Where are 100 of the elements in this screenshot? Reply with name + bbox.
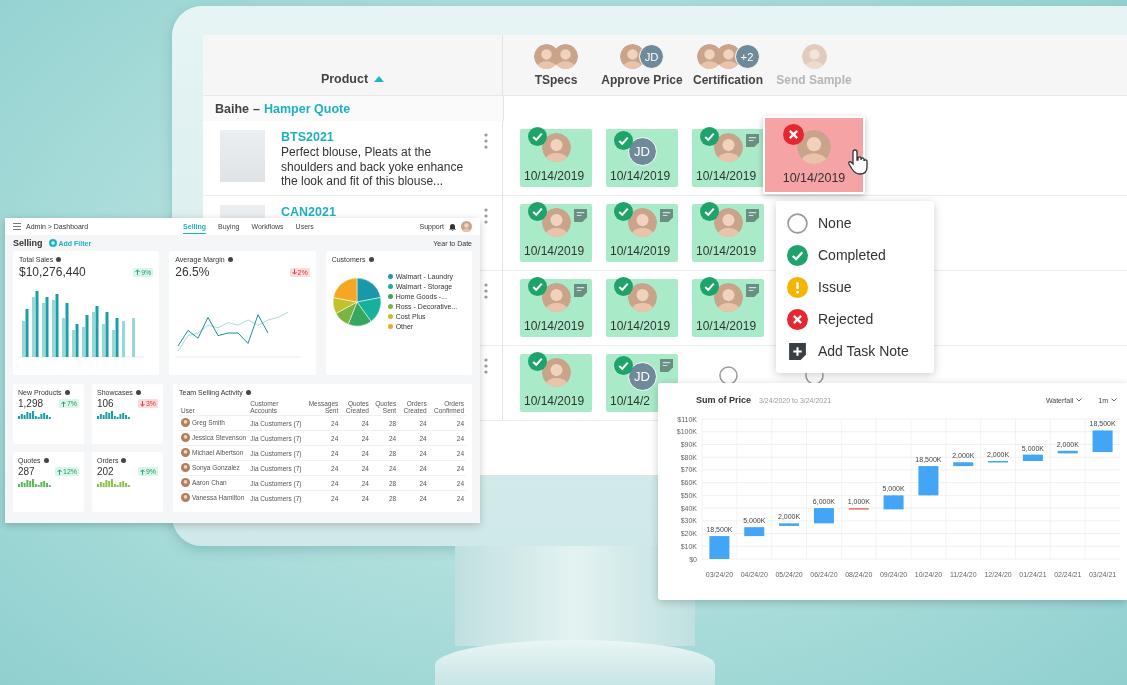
task-status-tile[interactable]: 10/14/2019 [606,204,678,262]
menu-item[interactable]: Add Task Note [776,335,934,367]
more-options-icon[interactable] [484,208,488,224]
avatar-icon [181,433,190,442]
sort-ascending-icon[interactable] [374,76,385,82]
product-photo-placeholder [220,130,265,182]
task-status-tile[interactable]: 10/14/2019 [520,354,592,412]
chart-title: Sum of Price [696,395,751,405]
waterfall-bar[interactable] [709,535,730,560]
more-options-icon[interactable] [484,358,488,374]
note-icon[interactable] [660,359,673,372]
avatar-icon [181,448,190,457]
avatar-icon [541,133,571,162]
waterfall-bar[interactable] [848,507,869,510]
metric-value: 202 [97,466,114,477]
waterfall-bar[interactable] [744,526,765,537]
menu-item[interactable]: Completed [776,239,934,271]
avatar-icon [541,283,571,312]
more-options-icon[interactable] [484,283,488,299]
task-status-tile[interactable]: 10/14/2019 [520,129,592,187]
arrow-up-icon [57,468,62,475]
avatar-icon [181,478,190,487]
plus-circle-icon [48,239,57,247]
avatar-icon [627,208,657,237]
check-circle-icon [613,131,633,150]
due-date: 10/14/2019 [695,169,757,183]
info-icon[interactable] [245,390,251,395]
task-status-tile[interactable]: 10/14/2019 [520,279,592,337]
column-header[interactable]: Product [320,72,369,86]
column-header[interactable]: Certification [693,73,763,87]
column-header[interactable]: TSpecs [534,73,578,87]
note-icon[interactable] [574,209,587,222]
initials-avatar: +2 [734,44,760,69]
arrow-down-icon [139,400,145,407]
info-icon[interactable] [227,257,233,262]
due-date: 10/14/2019 [695,319,757,333]
initials-avatar: JD [627,137,657,166]
waterfall-bar[interactable] [953,461,974,467]
avatar-icon [713,208,743,237]
chevron-down-icon [1111,398,1117,402]
waterfall-bar[interactable] [1022,454,1043,462]
separator-dash: – [253,101,260,116]
note-icon[interactable] [574,284,587,297]
check-circle-icon [613,277,633,296]
check-circle-icon [527,352,547,371]
pie-chart-drawing [331,276,382,327]
waterfall-bar[interactable] [1092,429,1113,453]
due-date: 10/14/2019 [523,394,585,408]
waterfall-bar[interactable] [1057,450,1078,454]
arrow-down-icon [291,269,297,275]
info-icon[interactable] [368,257,374,262]
column-header[interactable]: Approve Price [601,73,683,87]
due-date: 10/14/2019 [609,244,671,258]
metric-value: 1,298 [18,398,44,409]
menu-item[interactable]: Rejected [776,303,934,335]
empty-circle-icon [787,212,808,234]
menu-icon[interactable] [13,223,21,230]
notification-bell-icon[interactable] [449,222,456,231]
user-avatar-icon[interactable] [461,221,472,232]
waterfall-bar[interactable] [779,522,800,527]
due-date: 10/14/2019 [609,319,671,333]
task-status-tile[interactable]: 10/14/2019 [692,204,764,262]
task-status-tile[interactable]: JD 10/14/2019 [606,129,678,187]
waterfall-bar[interactable] [918,465,939,496]
note-icon[interactable] [660,209,673,222]
task-status-tile[interactable]: 10/14/2019 [692,279,764,337]
avatar-icon [713,283,743,312]
waterfall-bar[interactable] [813,507,834,524]
task-status-tile[interactable]: 10/14/2019 [692,129,764,187]
task-status-tile[interactable]: 10/14/2019 [606,279,678,337]
info-icon[interactable] [121,458,127,463]
due-date: 10/14/2019 [523,319,585,333]
due-date: 10/14/2019 [782,171,846,185]
avatar-icon [627,283,657,312]
info-icon[interactable] [64,390,70,395]
avatar-icon [181,418,190,427]
check-circle-icon [527,202,547,221]
menu-item[interactable]: Issue [776,271,934,303]
arrow-up-icon [60,400,66,407]
info-icon[interactable] [56,257,62,262]
info-icon[interactable] [135,390,141,395]
initials-avatar: JD [639,44,664,69]
more-options-icon[interactable] [484,133,488,149]
arrow-up-icon [139,468,145,475]
note-icon[interactable] [746,284,759,297]
waterfall-bar[interactable] [883,494,904,510]
info-icon[interactable] [43,458,49,463]
initials-avatar: JD [627,362,657,391]
note-icon[interactable] [746,134,759,147]
note-icon[interactable] [746,209,759,222]
task-status-tile[interactable]: 10/14/2019 [520,204,592,262]
avatar-icon [797,130,831,164]
menu-item[interactable]: None [776,207,934,239]
arrow-up-icon [135,269,141,275]
status-picker[interactable] [718,365,738,385]
check-circle-icon [699,127,719,146]
waterfall-bar[interactable] [988,460,1009,463]
customer-name: Baihe [215,101,250,116]
task-status-tile[interactable]: 10/14/2019 [763,116,865,194]
x-circle-icon [787,308,808,330]
